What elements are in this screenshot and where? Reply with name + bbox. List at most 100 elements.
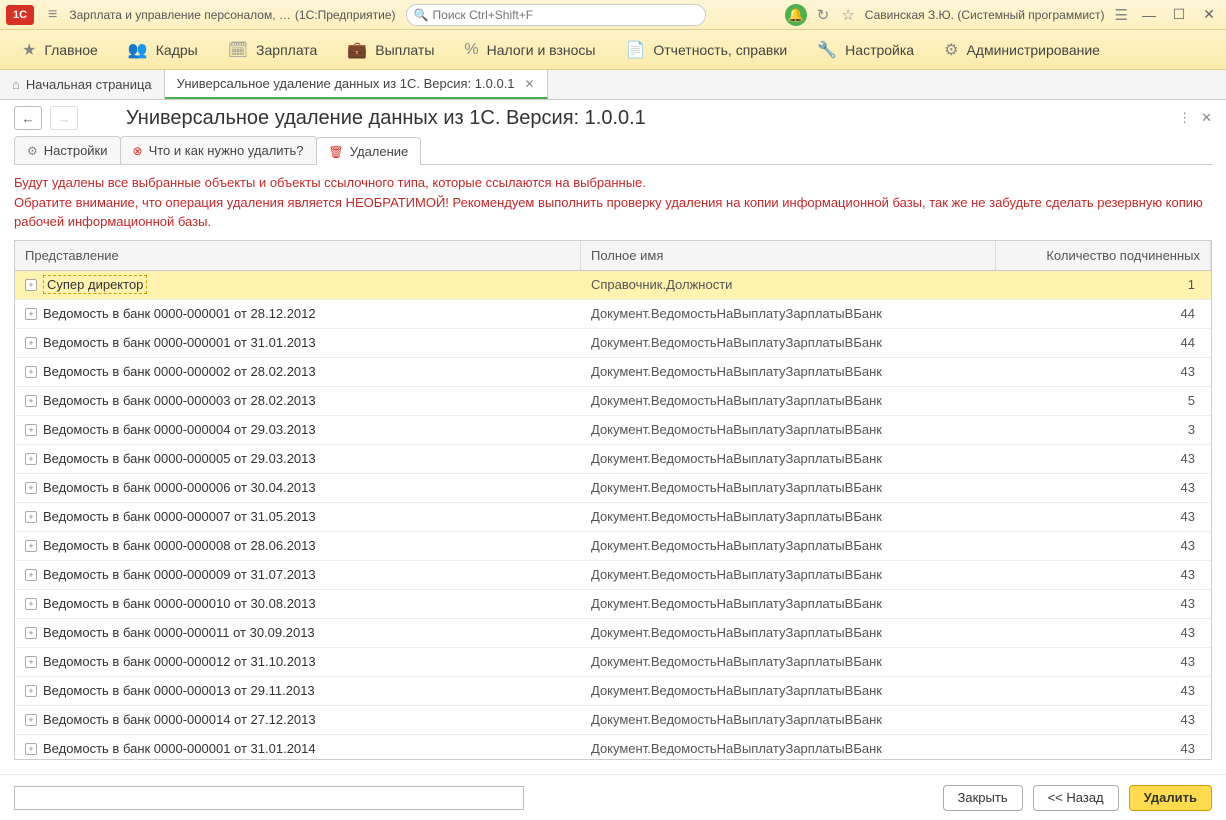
table-row[interactable]: +Ведомость в банк 0000-000010 от 30.08.2… bbox=[15, 590, 1211, 619]
menu-icon-5: 📄 bbox=[625, 40, 645, 60]
hamburger-icon[interactable]: ≡ bbox=[40, 6, 65, 24]
expand-icon[interactable]: + bbox=[25, 424, 37, 436]
expand-icon[interactable]: + bbox=[25, 598, 37, 610]
subtab-1[interactable]: ⊗Что и как нужно удалить? bbox=[120, 136, 317, 164]
expand-icon[interactable]: + bbox=[25, 395, 37, 407]
expand-icon[interactable]: + bbox=[25, 743, 37, 755]
table-row[interactable]: + Ведомость в банк 0000-000006 от 30.04.2… bbox=[15, 474, 1211, 503]
table-row[interactable]: + Ведомость в банк 0000-000004 от 29.03.2… bbox=[15, 416, 1211, 445]
back-button[interactable]: << Назад bbox=[1033, 785, 1119, 811]
col-representation[interactable]: Представление bbox=[15, 241, 581, 270]
nav-back-button[interactable]: ← bbox=[14, 106, 42, 130]
menu-label-1: Кадры bbox=[156, 42, 198, 58]
table-row[interactable]: + Ведомость в банк 0000-000014 от 27.12.2… bbox=[15, 706, 1211, 735]
expand-icon[interactable]: + bbox=[25, 656, 37, 668]
table-row[interactable]: +Ведомость в банк 0000-000001 от 31.01.2… bbox=[15, 735, 1211, 760]
row-count: 43 bbox=[996, 451, 1211, 466]
table-row[interactable]: +Ведомость в банк 0000-000013 от 29.11.2… bbox=[15, 677, 1211, 706]
page-header: ← → Универсальное удаление данных из 1С.… bbox=[0, 100, 1226, 136]
table-row[interactable]: +Ведомость в банк 0000-000003 от 28.02.2… bbox=[15, 387, 1211, 416]
expand-icon[interactable]: + bbox=[25, 685, 37, 697]
expand-icon[interactable]: + bbox=[25, 540, 37, 552]
search-input[interactable] bbox=[406, 4, 706, 26]
close-button[interactable]: Закрыть bbox=[943, 785, 1023, 811]
subtab-label-1: Что и как нужно удалить? bbox=[149, 143, 304, 158]
maximize-button[interactable]: ☐ bbox=[1168, 4, 1190, 26]
table-row[interactable]: +Ведомость в банк 0000-000002 от 28.02.2… bbox=[15, 358, 1211, 387]
menu-item-5[interactable]: 📄Отчетность, справки bbox=[611, 34, 801, 66]
warning-line2: Обратите внимание, что операция удаления… bbox=[14, 193, 1212, 232]
menu-item-4[interactable]: %Налоги и взносы bbox=[450, 35, 609, 65]
tab-icon-0: ⌂ bbox=[12, 77, 20, 92]
warning-text: Будут удалены все выбранные объекты и об… bbox=[14, 173, 1212, 232]
filter-input[interactable] bbox=[14, 786, 524, 810]
delete-button[interactable]: Удалить bbox=[1129, 785, 1212, 811]
close-window-button[interactable]: ✕ bbox=[1198, 4, 1220, 26]
expand-icon[interactable]: + bbox=[25, 337, 37, 349]
col-fullname[interactable]: Полное имя bbox=[581, 241, 996, 270]
table-row[interactable]: +Ведомость в банк 0000-000007 от 31.05.2… bbox=[15, 503, 1211, 532]
menu-item-2[interactable]: 🗓Зарплата bbox=[214, 34, 332, 66]
expand-icon[interactable]: + bbox=[25, 279, 37, 291]
favorite-icon[interactable]: ☆ bbox=[839, 6, 856, 24]
row-fullname: Документ.ВедомостьНаВыплатуЗарплатыВБанк bbox=[581, 451, 996, 466]
menu-item-7[interactable]: ⚙Администрирование bbox=[930, 34, 1114, 66]
row-name: Ведомость в банк 0000-000006 от 30.04.20… bbox=[43, 480, 316, 495]
menu-item-6[interactable]: 🔧Настройка bbox=[803, 34, 928, 66]
table-row[interactable]: +Ведомость в банк 0000-000008 от 28.06.2… bbox=[15, 532, 1211, 561]
expand-icon[interactable]: + bbox=[25, 569, 37, 581]
row-name: Ведомость в банк 0000-000011 от 30.09.20… bbox=[43, 625, 315, 640]
search-icon: 🔍 bbox=[414, 8, 429, 22]
row-count: 43 bbox=[996, 538, 1211, 553]
tab-0[interactable]: ⌂ Начальная страница bbox=[0, 70, 165, 99]
expand-icon[interactable]: + bbox=[25, 511, 37, 523]
table-row[interactable]: +Ведомость в банк 0000-000009 от 31.07.2… bbox=[15, 561, 1211, 590]
row-fullname: Документ.ВедомостьНаВыплатуЗарплатыВБанк bbox=[581, 364, 996, 379]
nav-forward-button[interactable]: → bbox=[50, 106, 78, 130]
menu-label-0: Главное bbox=[44, 42, 98, 58]
expand-icon[interactable]: + bbox=[25, 714, 37, 726]
minimize-button[interactable]: — bbox=[1138, 4, 1160, 26]
expand-icon[interactable]: + bbox=[25, 308, 37, 320]
row-name: Ведомость в банк 0000-000004 от 29.03.20… bbox=[43, 422, 316, 437]
menu-item-3[interactable]: 💼Выплаты bbox=[333, 34, 448, 66]
expand-icon[interactable]: + bbox=[25, 627, 37, 639]
row-fullname: Справочник.Должности bbox=[581, 277, 996, 292]
menu-label-7: Администрирование bbox=[966, 42, 1100, 58]
history-icon[interactable]: ↻ bbox=[815, 6, 832, 24]
col-count[interactable]: Количество подчиненных bbox=[996, 241, 1211, 270]
table-row[interactable]: +Супер директорСправочник.Должности1 bbox=[15, 271, 1211, 300]
row-count: 1 bbox=[996, 277, 1211, 292]
tab-close-1[interactable]: ✕ bbox=[525, 77, 535, 91]
row-fullname: Документ.ВедомостьНаВыплатуЗарплатыВБанк bbox=[581, 596, 996, 611]
menu-item-0[interactable]: ★Главное bbox=[8, 34, 112, 66]
subtab-2[interactable]: 🗑Удаление bbox=[316, 137, 422, 165]
table-row[interactable]: + Ведомость в банк 0000-000001 от 31.01.2… bbox=[15, 329, 1211, 358]
row-name: Ведомость в банк 0000-000014 от 27.12.20… bbox=[43, 712, 316, 727]
row-fullname: Документ.ВедомостьНаВыплатуЗарплатыВБанк bbox=[581, 683, 996, 698]
row-count: 43 bbox=[996, 712, 1211, 727]
data-table: Представление Полное имя Количество подч… bbox=[14, 240, 1212, 760]
table-row[interactable]: +Ведомость в банк 0000-000012 от 31.10.2… bbox=[15, 648, 1211, 677]
row-fullname: Документ.ВедомостьНаВыплатуЗарплатыВБанк bbox=[581, 625, 996, 640]
table-body[interactable]: +Супер директорСправочник.Должности1+Вед… bbox=[15, 271, 1211, 760]
tab-1[interactable]: Универсальное удаление данных из 1С. Вер… bbox=[165, 70, 548, 99]
global-search[interactable]: 🔍 bbox=[406, 4, 706, 26]
table-row[interactable]: +Ведомость в банк 0000-000005 от 29.03.2… bbox=[15, 445, 1211, 474]
row-name: Ведомость в банк 0000-000001 от 31.01.20… bbox=[43, 335, 316, 350]
close-page-button[interactable]: ✕ bbox=[1201, 110, 1212, 126]
menu-item-1[interactable]: 👥Кадры bbox=[114, 34, 212, 66]
expand-icon[interactable]: + bbox=[25, 482, 37, 494]
row-count: 44 bbox=[996, 335, 1211, 350]
menu-icon[interactable]: ☰ bbox=[1113, 6, 1130, 24]
app-logo: 1С bbox=[6, 5, 34, 25]
expand-icon[interactable]: + bbox=[25, 366, 37, 378]
subtab-0[interactable]: ⚙Настройки bbox=[14, 136, 121, 164]
table-row[interactable]: + Ведомость в банк 0000-000011 от 30.09.2… bbox=[15, 619, 1211, 648]
tab-label-0: Начальная страница bbox=[26, 77, 152, 92]
user-label[interactable]: Савинская З.Ю. (Системный программист) bbox=[865, 8, 1105, 22]
table-row[interactable]: +Ведомость в банк 0000-000001 от 28.12.2… bbox=[15, 300, 1211, 329]
notifications-icon[interactable]: 🔔 bbox=[785, 4, 807, 26]
expand-icon[interactable]: + bbox=[25, 453, 37, 465]
more-icon[interactable]: ⋮ bbox=[1178, 110, 1191, 126]
